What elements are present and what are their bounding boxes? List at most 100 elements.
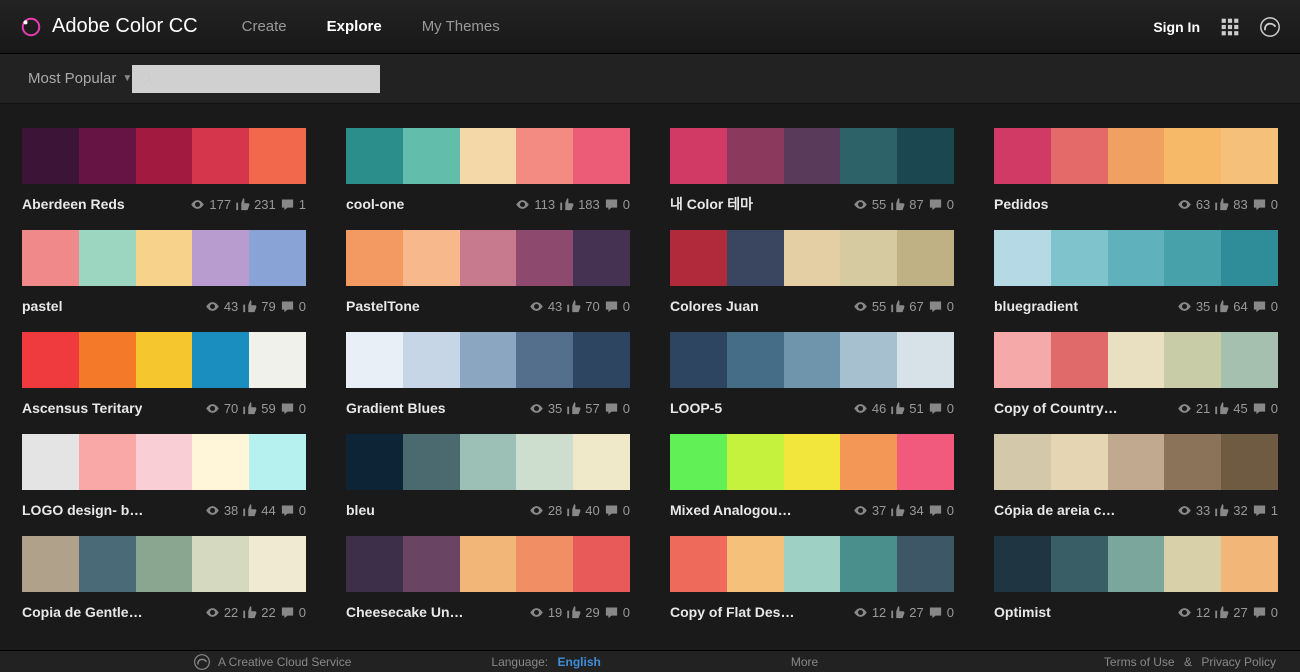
theme-card[interactable]: bluegradient35640: [994, 230, 1278, 316]
theme-stats: 37340: [853, 503, 954, 518]
terms-link[interactable]: Terms of Use: [1104, 655, 1175, 669]
nav-explore[interactable]: Explore: [327, 18, 382, 35]
swatch: [460, 536, 517, 592]
theme-meta: pastel43790: [22, 296, 306, 316]
swatch: [403, 434, 460, 490]
theme-meta: Aberdeen Reds1772311: [22, 194, 306, 214]
theme-card[interactable]: pastel43790: [22, 230, 306, 316]
stat-likes: 22: [242, 605, 275, 620]
theme-card[interactable]: 내 Color 테마55870: [670, 128, 954, 214]
swatch: [79, 230, 136, 286]
sign-in-button[interactable]: Sign In: [1153, 19, 1200, 35]
theme-meta: LOOP-546510: [670, 398, 954, 418]
theme-card[interactable]: Optimist12270: [994, 536, 1278, 622]
comment-icon: [604, 401, 619, 416]
theme-meta: Copia de Gentle…22220: [22, 602, 306, 622]
theme-card[interactable]: Copy of Country…21450: [994, 332, 1278, 418]
eye-icon: [853, 299, 868, 314]
swatch: [1051, 128, 1108, 184]
swatch: [249, 128, 306, 184]
swatch-row: [22, 332, 306, 388]
swatch: [573, 434, 630, 490]
swatch-row: [670, 434, 954, 490]
stat-likes: 44: [242, 503, 275, 518]
swatch: [840, 332, 897, 388]
stat-views: 55: [853, 299, 886, 314]
theme-title: bleu: [346, 502, 375, 518]
stat-views: 19: [529, 605, 562, 620]
theme-card[interactable]: LOOP-546510: [670, 332, 954, 418]
stat-views: 12: [853, 605, 886, 620]
theme-meta: Gradient Blues35570: [346, 398, 630, 418]
theme-card[interactable]: Ascensus Teritary70590: [22, 332, 306, 418]
theme-card[interactable]: Cópia de areia c…33321: [994, 434, 1278, 520]
creative-cloud-icon[interactable]: [1260, 17, 1280, 37]
comment-icon: [604, 605, 619, 620]
comment-icon: [604, 299, 619, 314]
theme-card[interactable]: Aberdeen Reds1772311: [22, 128, 306, 214]
swatch: [192, 332, 249, 388]
theme-card[interactable]: Gradient Blues35570: [346, 332, 630, 418]
nav-create[interactable]: Create: [242, 18, 287, 35]
theme-stats: 35570: [529, 401, 630, 416]
theme-title: 내 Color 테마: [670, 194, 753, 214]
theme-card[interactable]: Copia de Gentle…22220: [22, 536, 306, 622]
stat-likes: 34: [890, 503, 923, 518]
apps-grid-icon[interactable]: [1220, 17, 1240, 37]
theme-title: Mixed Analogou…: [670, 502, 792, 518]
theme-stats: 63830: [1177, 197, 1278, 212]
swatch: [516, 434, 573, 490]
swatch: [994, 128, 1051, 184]
swatch-row: [994, 128, 1278, 184]
theme-card[interactable]: Colores Juan55670: [670, 230, 954, 316]
sort-dropdown[interactable]: Most Popular ▼: [28, 70, 132, 87]
swatch: [1108, 230, 1165, 286]
theme-stats: 46510: [853, 401, 954, 416]
swatch: [516, 128, 573, 184]
theme-title: Copia de Gentle…: [22, 604, 143, 620]
theme-card[interactable]: Cheesecake Un…19290: [346, 536, 630, 622]
thumb-up-icon: [242, 299, 257, 314]
footer-more[interactable]: More: [791, 655, 818, 669]
swatch: [1051, 332, 1108, 388]
logo[interactable]: Adobe Color CC: [20, 15, 198, 38]
theme-card[interactable]: cool-one1131830: [346, 128, 630, 214]
swatch: [79, 434, 136, 490]
theme-card[interactable]: Mixed Analogou… 37340: [670, 434, 954, 520]
theme-stats: 12270: [1177, 605, 1278, 620]
theme-card[interactable]: LOGO design- b…38440: [22, 434, 306, 520]
swatch: [670, 230, 727, 286]
privacy-link[interactable]: Privacy Policy: [1201, 655, 1276, 669]
swatch-row: [22, 536, 306, 592]
stat-comments: 0: [928, 197, 954, 212]
eye-icon: [205, 299, 220, 314]
swatch: [460, 230, 517, 286]
creative-cloud-icon: [194, 654, 210, 670]
theme-card[interactable]: bleu28400: [346, 434, 630, 520]
theme-card[interactable]: Copy of Flat Des…12270: [670, 536, 954, 622]
theme-stats: 43700: [529, 299, 630, 314]
eye-icon: [529, 401, 544, 416]
theme-meta: 내 Color 테마55870: [670, 194, 954, 214]
nav-my-themes[interactable]: My Themes: [422, 18, 500, 35]
language-selector[interactable]: Language: English: [491, 655, 600, 669]
theme-stats: 21450: [1177, 401, 1278, 416]
swatch: [670, 128, 727, 184]
header: Adobe Color CC Create Explore My Themes …: [0, 0, 1300, 54]
swatch-row: [346, 536, 630, 592]
swatch: [346, 434, 403, 490]
search-input[interactable]: [132, 65, 380, 93]
stat-likes: 40: [566, 503, 599, 518]
stat-views: 28: [529, 503, 562, 518]
swatch: [136, 536, 193, 592]
swatch: [784, 230, 841, 286]
theme-card[interactable]: Pedidos63830: [994, 128, 1278, 214]
theme-meta: Copy of Country…21450: [994, 398, 1278, 418]
stat-views: 177: [190, 197, 231, 212]
stat-views: 113: [515, 197, 555, 212]
theme-card[interactable]: PastelTone43700: [346, 230, 630, 316]
footer-ccs-label: A Creative Cloud Service: [218, 655, 351, 669]
theme-meta: bluegradient35640: [994, 296, 1278, 316]
swatch: [22, 536, 79, 592]
comment-icon: [928, 503, 943, 518]
